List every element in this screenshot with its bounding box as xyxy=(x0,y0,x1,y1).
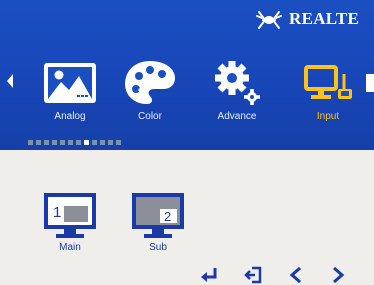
scroll-left-arrow-icon[interactable] xyxy=(7,74,13,88)
tab-analog[interactable]: Analog xyxy=(33,56,107,126)
tab-input-label: Input xyxy=(316,111,340,122)
page-dot xyxy=(100,140,105,145)
page-indicator xyxy=(28,140,121,145)
page-dot xyxy=(76,140,81,145)
palette-icon xyxy=(125,61,175,104)
page-dot xyxy=(60,140,65,145)
enter-icon[interactable] xyxy=(200,266,220,284)
source-sub-label: Sub xyxy=(149,242,167,253)
main-monitor-icon: 1 xyxy=(44,193,96,238)
source-main-label: Main xyxy=(59,242,81,253)
page-dot xyxy=(36,140,41,145)
source-sub[interactable]: 2 Sub xyxy=(128,190,188,262)
brand: REALTE xyxy=(255,6,359,32)
left-icon[interactable] xyxy=(288,266,304,284)
page-dot xyxy=(108,140,113,145)
tab-analog-label: Analog xyxy=(54,111,86,122)
page-dot xyxy=(52,140,57,145)
scroll-right-indicator[interactable] xyxy=(366,74,374,92)
sub-monitor-icon: 2 xyxy=(132,193,184,238)
page-dot xyxy=(44,140,49,145)
tab-advance[interactable]: Advance xyxy=(200,56,274,126)
brand-name: REALTE xyxy=(289,9,360,28)
realtek-crab-logo-icon xyxy=(256,11,282,29)
main-number: 1 xyxy=(53,204,61,221)
tab-color-label: Color xyxy=(138,111,162,122)
page-dot xyxy=(116,140,121,145)
image-icon xyxy=(44,63,96,103)
exit-icon[interactable] xyxy=(244,266,264,284)
input-monitor-icon xyxy=(304,65,352,99)
page-dot xyxy=(28,140,33,145)
osd-header-panel: REALTE Analog Color Advance Input xyxy=(0,0,374,150)
right-icon[interactable] xyxy=(330,266,346,284)
tab-input[interactable]: Input xyxy=(291,56,365,126)
source-main[interactable]: 1 Main xyxy=(40,190,100,262)
tab-advance-label: Advance xyxy=(217,111,257,122)
tab-color[interactable]: Color xyxy=(113,56,187,126)
gears-icon xyxy=(215,61,260,105)
page-dot xyxy=(68,140,73,145)
page-dot xyxy=(84,140,89,145)
page-dot xyxy=(92,140,97,145)
sub-number: 2 xyxy=(164,209,171,224)
